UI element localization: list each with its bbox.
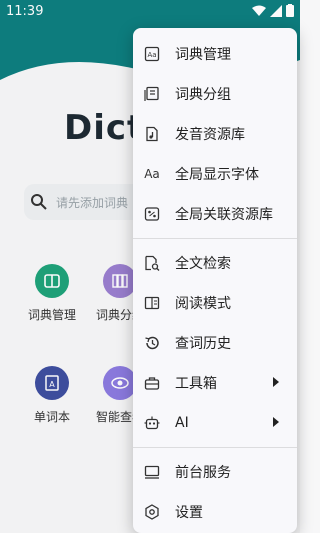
menu-item-label: 词典分组: [175, 87, 231, 103]
menu-item-settings[interactable]: 设置: [133, 492, 297, 532]
menu-item-label: 全局显示字体: [175, 167, 259, 183]
menu-divider: [133, 447, 297, 448]
menu-divider: [133, 238, 297, 239]
font-icon: Aa: [144, 167, 160, 181]
menu-item-label: 前台服务: [175, 465, 231, 481]
audio-file-icon: [143, 125, 161, 143]
menu-item-dictionary-group[interactable]: 词典分组: [133, 74, 297, 114]
menu-item-label: 设置: [175, 505, 203, 521]
resource-icon: [143, 205, 161, 223]
menu-item-dictionary-manage[interactable]: Aa 词典管理: [133, 34, 297, 74]
monitor-icon: [143, 463, 161, 481]
menu-item-toolbox[interactable]: 工具箱: [133, 363, 297, 403]
overflow-menu: Aa 词典管理 词典分组 发音资源库 Aa 全局显示字体 全局关联资源库 全文检…: [133, 28, 297, 533]
menu-item-label: 全局关联资源库: [175, 207, 273, 223]
menu-item-label: 工具箱: [175, 376, 217, 392]
fulltext-search-icon: [143, 254, 161, 272]
menu-item-reading-mode[interactable]: 阅读模式: [133, 283, 297, 323]
svg-text:Aa: Aa: [147, 51, 156, 59]
menu-item-lookup-history[interactable]: 查词历史: [133, 323, 297, 363]
menu-item-audio-library[interactable]: 发音资源库: [133, 114, 297, 154]
menu-item-label: 词典管理: [175, 47, 231, 63]
menu-item-label: AI: [175, 415, 189, 431]
menu-item-label: 阅读模式: [175, 296, 231, 312]
reading-icon: [143, 294, 161, 312]
robot-icon: [143, 414, 161, 432]
menu-item-label: 查词历史: [175, 336, 231, 352]
menu-item-label: 全文检索: [175, 256, 231, 272]
submenu-arrow-icon: [273, 377, 279, 387]
menu-item-foreground-service[interactable]: 前台服务: [133, 452, 297, 492]
group-icon: [143, 85, 161, 103]
menu-item-global-font[interactable]: Aa 全局显示字体: [133, 154, 297, 194]
dictionary-icon: Aa: [143, 45, 161, 63]
settings-icon: [143, 503, 161, 521]
menu-item-fulltext-search[interactable]: 全文检索: [133, 243, 297, 283]
menu-item-ai[interactable]: AI: [133, 403, 297, 443]
menu-item-global-resource[interactable]: 全局关联资源库: [133, 194, 297, 234]
menu-item-label: 发音资源库: [175, 127, 245, 143]
history-icon: [143, 334, 161, 352]
submenu-arrow-icon: [273, 417, 279, 427]
toolbox-icon: [143, 374, 161, 392]
